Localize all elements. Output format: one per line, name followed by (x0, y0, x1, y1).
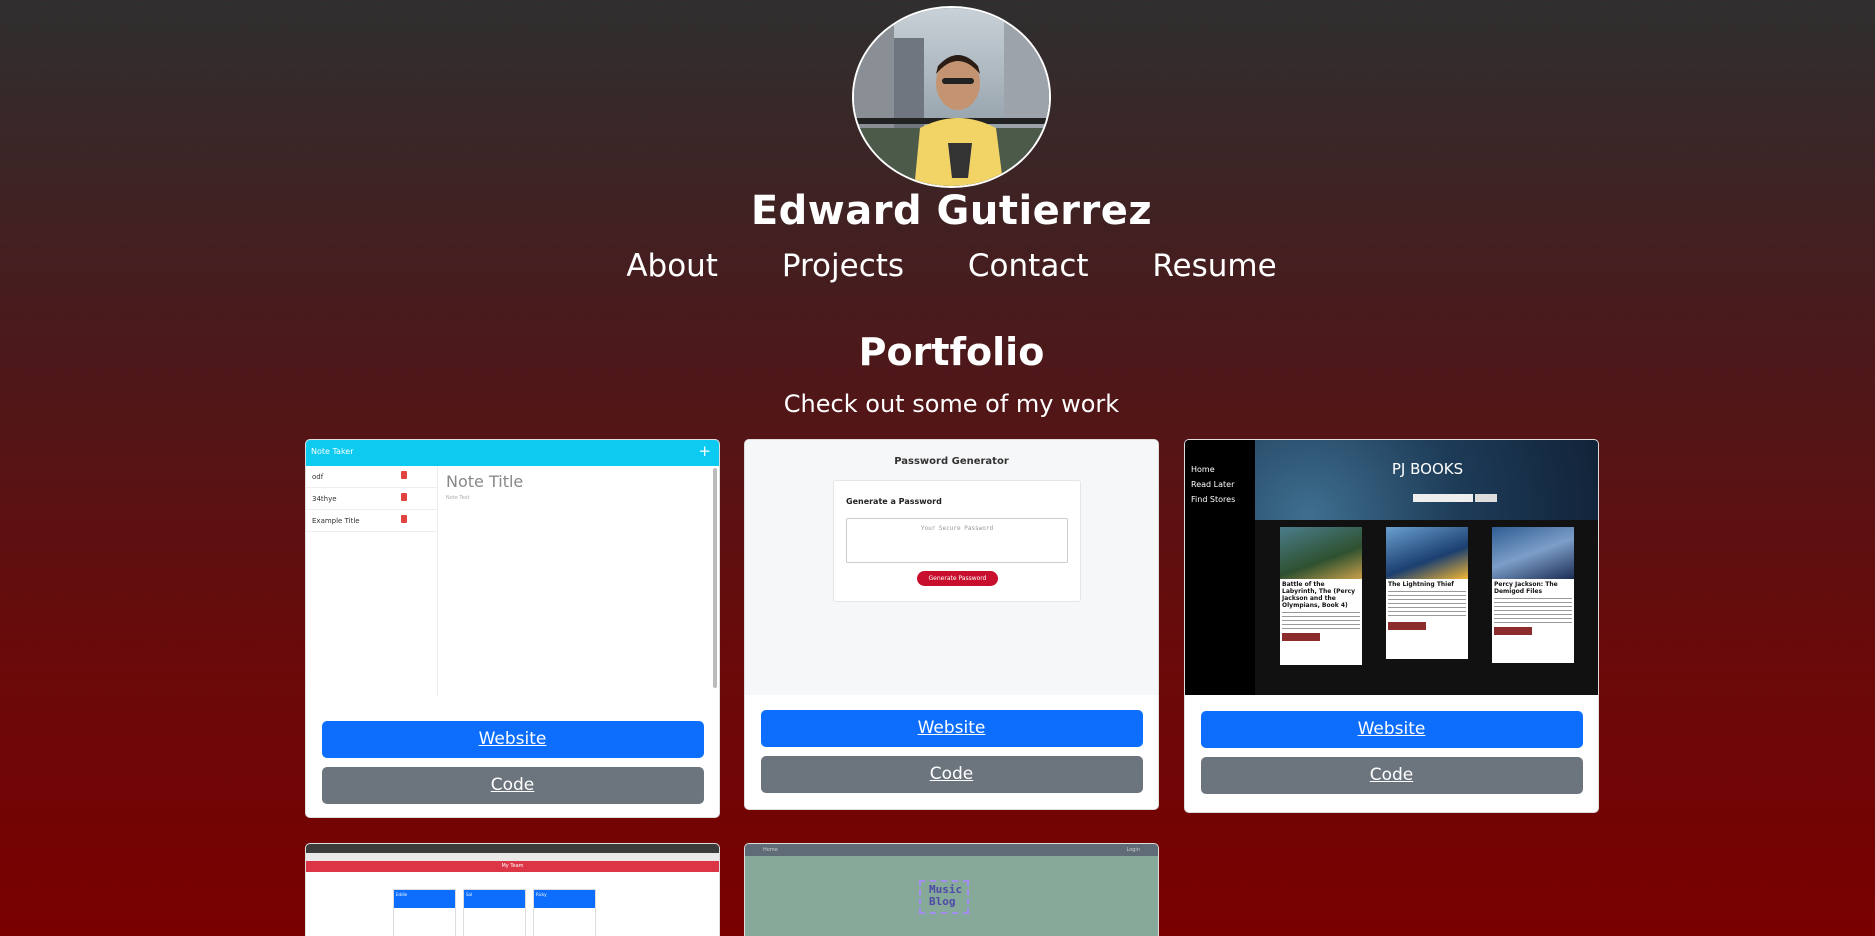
team-member-card: Ricky (533, 889, 596, 936)
list-item: 34thye (306, 488, 437, 510)
trash-icon (401, 493, 407, 501)
book-card: Percy Jackson: The Demigod Files (1492, 527, 1574, 663)
blog-nav: Home Login (745, 844, 1158, 856)
blog-nav-login: Login (1126, 847, 1141, 853)
pj-book-shelf: Battle of the Labyrinth, The (Percy Jack… (1255, 520, 1598, 695)
note-title-placeholder: Note Title (446, 472, 524, 491)
trash-icon (401, 471, 407, 479)
book-description (1388, 591, 1466, 619)
blog-logo: Music Blog (919, 880, 969, 914)
project-screenshot: My Team Eddie Sal Ricky (306, 844, 719, 936)
project-screenshot: Home Read Later Find Stores PJ BOOKS Bat… (1185, 440, 1598, 695)
book-description (1494, 598, 1572, 624)
website-button[interactable]: Website (760, 710, 1143, 747)
note-name: Example Title (312, 517, 360, 525)
book-cover (1386, 527, 1468, 579)
team-header: My Team (306, 861, 719, 872)
book-card: Battle of the Labyrinth, The (Percy Jack… (1280, 527, 1362, 665)
pj-title: PJ BOOKS (1391, 460, 1464, 478)
member-name: Sal (464, 890, 525, 908)
pj-search-button (1475, 494, 1497, 502)
password-textarea: Your Secure Password (846, 518, 1068, 563)
save-for-later-button (1282, 633, 1320, 641)
book-cover (1492, 527, 1574, 579)
code-button[interactable]: Code (760, 756, 1143, 793)
website-button[interactable]: Website (1200, 711, 1583, 748)
project-screenshot: Note Taker + odf 34thye Example Title No… (306, 440, 719, 705)
note-text-placeholder: Note Text (446, 495, 470, 501)
note-name: 34thye (312, 495, 337, 503)
pj-menu-find-stores: Find Stores (1191, 495, 1236, 504)
note-taker-header: Note Taker + (306, 440, 719, 466)
profile-avatar (852, 6, 1051, 188)
list-item: odf (306, 466, 437, 488)
member-name: Eddie (394, 890, 455, 908)
pj-sidebar: Home Read Later Find Stores (1185, 440, 1255, 695)
scrollbar (713, 468, 717, 688)
book-cover (1280, 527, 1362, 579)
nav-contact[interactable]: Contact (968, 248, 1089, 284)
portfolio-title: Portfolio (858, 330, 1045, 374)
project-card-note-taker: Note Taker + odf 34thye Example Title No… (305, 439, 720, 818)
project-card-my-team: My Team Eddie Sal Ricky (305, 843, 720, 936)
pj-search-input (1413, 494, 1473, 502)
profile-photo (854, 8, 1049, 186)
code-button[interactable]: Code (321, 767, 704, 804)
profile-name: Edward Gutierrez (750, 188, 1153, 234)
password-heading: Password Generator (894, 456, 1009, 467)
book-title: Battle of the Labyrinth, The (Percy Jack… (1282, 581, 1356, 609)
plus-icon: + (698, 442, 711, 460)
team-member-card: Eddie (393, 889, 456, 936)
password-card-title: Generate a Password (846, 497, 942, 506)
main-nav: About Projects Contact Resume (0, 248, 1875, 284)
project-card-password-generator: Password Generator Generate a Password Y… (744, 439, 1159, 810)
note-taker-title: Note Taker (311, 447, 354, 456)
save-for-later-button (1388, 622, 1426, 630)
book-description (1282, 612, 1360, 630)
team-member-card: Sal (463, 889, 526, 936)
pj-menu-read-later: Read Later (1191, 480, 1235, 489)
code-button[interactable]: Code (1200, 757, 1583, 794)
project-card-pj-books: Home Read Later Find Stores PJ BOOKS Bat… (1184, 439, 1599, 813)
note-name: odf (312, 473, 324, 481)
nav-resume[interactable]: Resume (1152, 248, 1276, 284)
note-list: odf 34thye Example Title (306, 466, 438, 696)
book-title: Percy Jackson: The Demigod Files (1494, 581, 1558, 595)
pj-menu-home: Home (1191, 465, 1215, 474)
website-button[interactable]: Website (321, 721, 704, 758)
trash-icon (401, 515, 407, 523)
nav-about[interactable]: About (626, 248, 718, 284)
save-for-later-button (1494, 627, 1532, 635)
blog-nav-home: Home (763, 847, 778, 853)
generate-password-button: Generate Password (917, 571, 998, 586)
browser-tabs (306, 844, 719, 853)
list-item: Example Title (306, 510, 437, 532)
project-card-music-blog: Home Login Music Blog (744, 843, 1159, 936)
nav-projects[interactable]: Projects (782, 248, 904, 284)
portfolio-subtitle: Check out some of my work (783, 390, 1120, 418)
project-screenshot: Home Login Music Blog (745, 844, 1158, 936)
member-name: Ricky (534, 890, 595, 908)
browser-address-bar (306, 853, 719, 861)
book-card: The Lightning Thief (1386, 527, 1468, 659)
password-card: Generate a Password Your Secure Password… (833, 480, 1081, 602)
book-title: The Lightning Thief (1388, 581, 1454, 588)
project-screenshot: Password Generator Generate a Password Y… (745, 440, 1158, 695)
